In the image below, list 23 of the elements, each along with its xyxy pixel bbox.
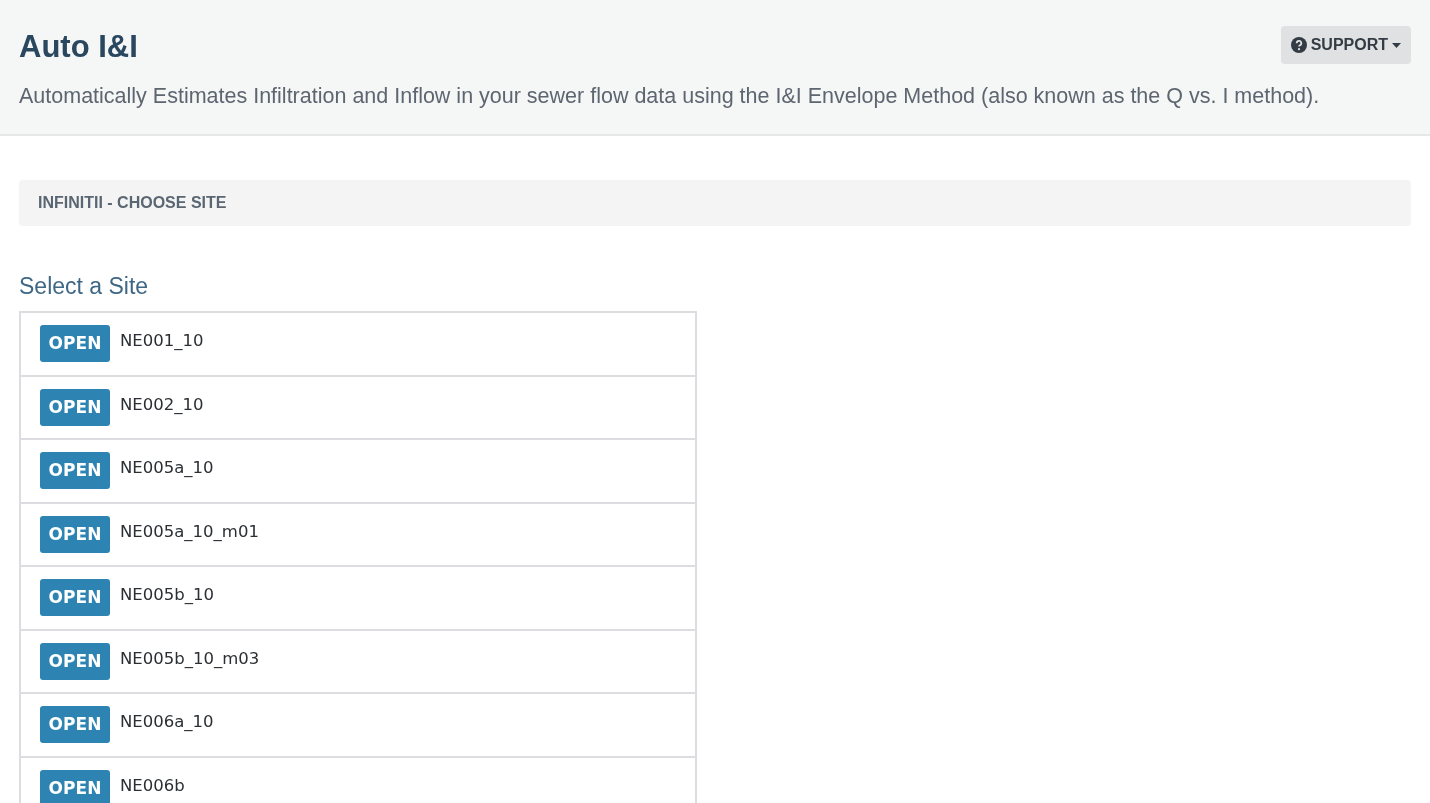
support-button[interactable]: SUPPORT bbox=[1280, 26, 1411, 64]
open-button[interactable]: OPEN bbox=[40, 769, 110, 803]
open-button[interactable]: OPEN bbox=[40, 642, 110, 680]
page-subtitle: Automatically Estimates Infiltration and Inflow in your sewer flow data using the I&I Envelope Method (also known as the Q vs. I method). bbox=[19, 83, 1321, 110]
open-button[interactable]: OPEN bbox=[40, 579, 110, 617]
site-name: NE005a_10 bbox=[120, 457, 214, 480]
help-icon bbox=[1290, 37, 1307, 53]
section-title: Select a Site bbox=[19, 272, 150, 301]
site-name: NE006a_10 bbox=[120, 711, 214, 734]
site-name: NE001_10 bbox=[120, 330, 204, 353]
open-button[interactable]: OPEN bbox=[40, 452, 110, 490]
site-name: NE005b_10_m03 bbox=[120, 647, 260, 670]
caret-icon bbox=[1392, 42, 1401, 48]
open-button[interactable]: OPEN bbox=[40, 515, 110, 553]
site-name: NE005a_10_m01 bbox=[120, 520, 259, 543]
page-title: Auto I&I bbox=[19, 28, 138, 66]
open-button[interactable]: OPEN bbox=[40, 706, 110, 744]
site-name: NE006b bbox=[120, 774, 185, 797]
site-name: NE002_10 bbox=[120, 393, 204, 416]
site-name: NE005b_10 bbox=[120, 584, 214, 607]
open-button[interactable]: OPEN bbox=[40, 325, 110, 363]
open-button[interactable]: OPEN bbox=[40, 388, 110, 426]
breadcrumb-text: INFINITII - CHOOSE SITE bbox=[38, 193, 227, 213]
